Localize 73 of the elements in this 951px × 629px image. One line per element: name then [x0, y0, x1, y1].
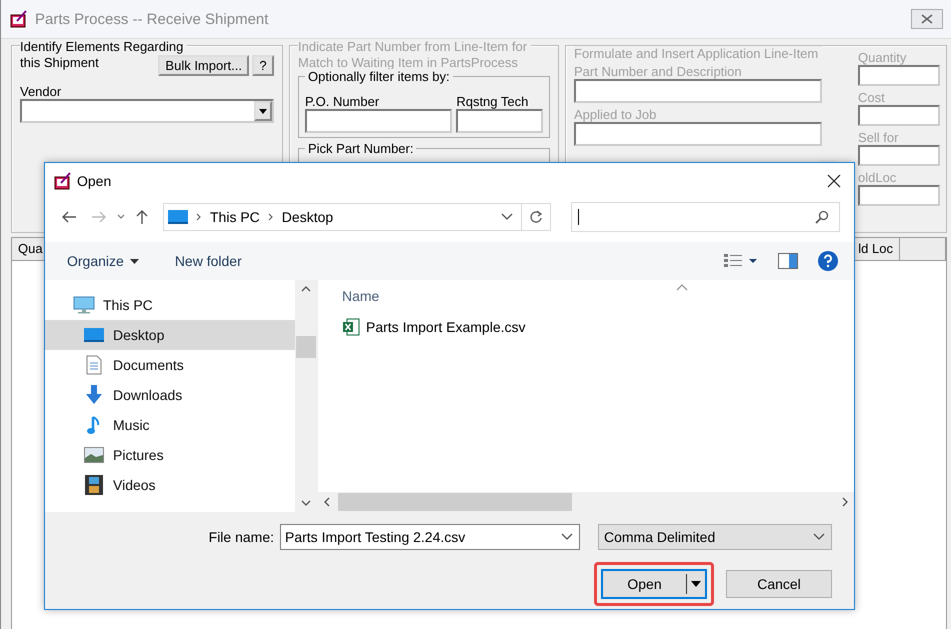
group-legend: Formulate and Insert Application Line-Item — [574, 46, 822, 62]
landscape-icon — [83, 447, 105, 463]
chevron-left-icon[interactable] — [324, 497, 330, 507]
caret-icon — [259, 108, 267, 114]
open-button[interactable]: Open — [601, 569, 707, 599]
nav-item[interactable]: Documents — [45, 350, 295, 380]
scrollbar[interactable] — [295, 280, 317, 512]
breadcrumb-item[interactable]: This PC — [210, 209, 260, 225]
app-icon — [53, 171, 73, 191]
field-label: Cost — [858, 90, 886, 105]
po-number-label: P.O. Number — [305, 94, 380, 109]
monitor-icon — [168, 209, 188, 225]
vendor-dropdown[interactable] — [20, 99, 274, 123]
cancel-button[interactable]: Cancel — [726, 570, 832, 598]
field-label: Applied to Job — [574, 107, 658, 122]
chevron-down-icon[interactable] — [501, 213, 513, 221]
vendor-label: Vendor — [20, 84, 62, 99]
column-header[interactable]: Name — [342, 286, 380, 306]
up-arrow-icon[interactable] — [135, 209, 149, 225]
group-legend: Indicate Part Number from Line-Item for — [298, 39, 528, 55]
preview-pane-icon[interactable] — [778, 253, 798, 269]
close-icon — [921, 14, 933, 24]
group-legend: Match to Waiting Item in PartsProcess — [298, 55, 518, 71]
scrollbar-thumb[interactable] — [338, 493, 572, 511]
search-icon — [815, 210, 829, 224]
monitor-icon — [83, 327, 105, 343]
search-field[interactable] — [571, 202, 840, 232]
tech-label: Rqstng Tech — [456, 94, 530, 109]
group-legend: Identify Elements Regarding — [20, 39, 184, 55]
nav-item[interactable]: Desktop — [45, 320, 295, 350]
nav-item[interactable]: This PC — [45, 290, 295, 320]
filter-legend: Optionally filter items by: — [305, 69, 453, 84]
new-folder-button[interactable]: New folder — [166, 249, 250, 273]
file-type-dropdown[interactable]: Comma Delimited — [598, 524, 832, 550]
chevron-down-icon[interactable] — [301, 500, 311, 506]
chevron-up-icon[interactable] — [301, 286, 311, 292]
field-label: Sell for — [858, 130, 900, 145]
chevron-down-icon — [561, 533, 573, 541]
caret-icon — [130, 258, 139, 264]
chevron-right-icon[interactable] — [842, 497, 848, 507]
field-label: Quantity — [858, 50, 908, 65]
help-icon[interactable] — [818, 251, 838, 271]
bulk-import-button[interactable]: Bulk Import... — [158, 55, 249, 76]
close-icon — [827, 174, 841, 188]
spreadsheet-file-icon — [342, 318, 360, 336]
file-item[interactable]: Parts Import Example.csv — [342, 314, 854, 340]
group-legend: this Shipment — [20, 55, 99, 71]
nav-item[interactable]: Downloads — [45, 380, 295, 410]
window-title: Parts Process -- Receive Shipment — [35, 10, 270, 28]
file-name-label: File name: — [208, 529, 274, 545]
caret-icon — [691, 581, 701, 587]
scrollbar-thumb[interactable] — [296, 336, 316, 358]
pick-legend: Pick Part Number: — [305, 141, 416, 156]
field-label: oldLoc — [858, 170, 898, 185]
view-options-icon[interactable] — [724, 254, 758, 268]
help-button[interactable]: ? — [252, 55, 274, 76]
chevron-right-icon — [268, 213, 274, 221]
computer-icon — [73, 296, 95, 314]
field-label: Part Number and Description — [574, 64, 743, 79]
download-arrow-icon — [83, 385, 105, 405]
back-arrow-icon[interactable] — [61, 210, 77, 224]
chevron-down-icon[interactable] — [117, 214, 125, 220]
chevron-down-icon — [813, 533, 825, 541]
nav-item[interactable]: Music — [45, 410, 295, 440]
nav-item[interactable]: Pictures — [45, 440, 295, 470]
file-name-field[interactable]: Parts Import Testing 2.24.csv — [280, 524, 580, 550]
breadcrumb-item[interactable]: Desktop — [282, 209, 334, 225]
nav-item[interactable]: Videos — [45, 470, 295, 500]
app-icon — [9, 9, 29, 29]
dialog-title: Open — [77, 173, 112, 189]
chevron-right-icon — [196, 213, 202, 221]
film-icon — [83, 475, 105, 495]
address-bar[interactable]: This PC Desktop — [163, 203, 551, 231]
